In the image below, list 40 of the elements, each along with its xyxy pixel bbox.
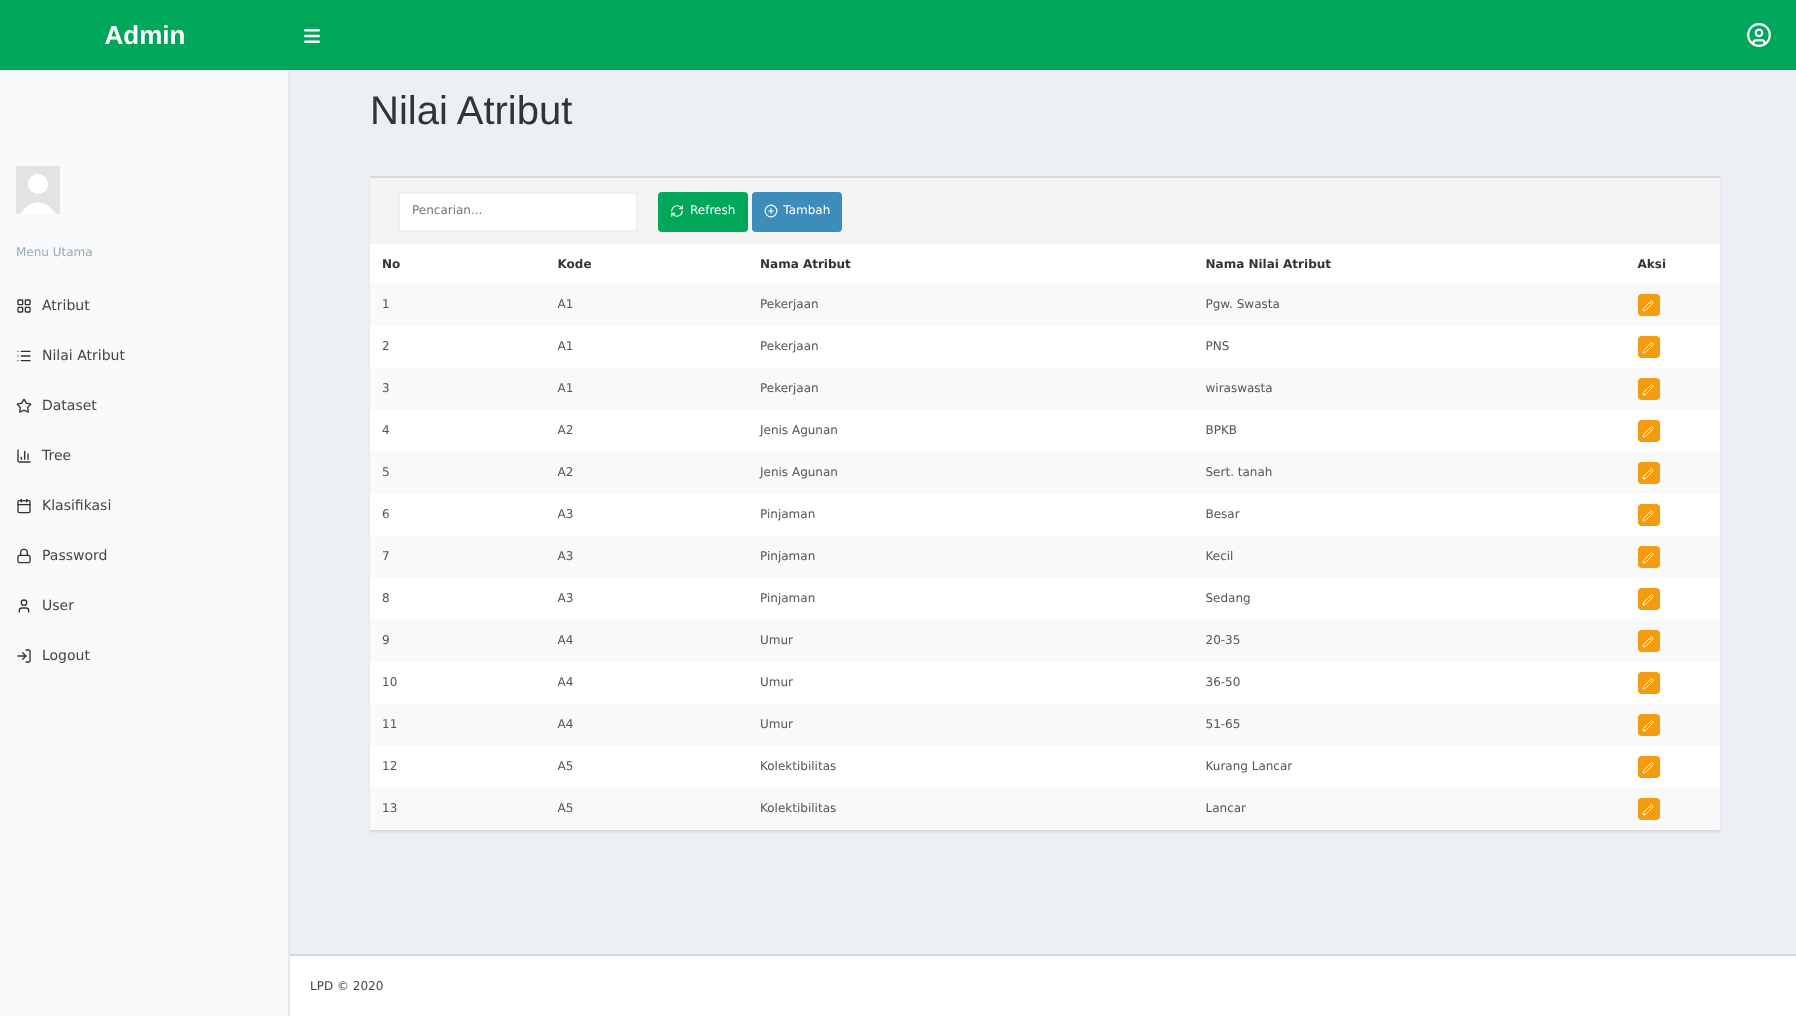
chart-icon (16, 447, 32, 463)
pencil-icon (1642, 551, 1655, 563)
pencil-icon (1642, 425, 1655, 437)
refresh-icon (670, 204, 684, 218)
star-icon (16, 397, 32, 413)
pencil-icon (1642, 803, 1655, 815)
edit-button[interactable] (1637, 294, 1660, 316)
pencil-icon (1642, 383, 1655, 395)
pencil-icon (1642, 341, 1655, 353)
edit-button[interactable] (1637, 672, 1660, 694)
edit-button[interactable] (1637, 504, 1660, 526)
pencil-icon (1642, 467, 1655, 479)
calendar-icon (16, 497, 32, 513)
edit-button[interactable] (1637, 378, 1660, 400)
edit-button[interactable] (1637, 630, 1660, 652)
pencil-icon (1642, 509, 1655, 521)
grid-icon (16, 297, 32, 313)
pencil-icon (1642, 761, 1655, 773)
edit-button[interactable] (1637, 462, 1660, 484)
logout-icon (16, 647, 32, 663)
edit-button[interactable] (1637, 588, 1660, 610)
pencil-icon (1642, 677, 1655, 689)
pencil-icon (1642, 719, 1655, 731)
edit-button[interactable] (1637, 420, 1660, 442)
user-icon[interactable] (1746, 22, 1772, 48)
pencil-icon (1642, 635, 1655, 647)
edit-button[interactable] (1637, 714, 1660, 736)
page-title: Nilai Atribut (370, 90, 575, 136)
plus-icon (763, 204, 778, 218)
edit-button[interactable] (1637, 546, 1660, 568)
pencil-icon (1642, 299, 1655, 311)
menu-icon[interactable] (302, 25, 322, 45)
pencil-icon (1642, 593, 1655, 605)
edit-button[interactable] (1637, 798, 1660, 820)
lock-icon (16, 547, 32, 563)
user-icon (16, 597, 32, 613)
list-icon (16, 347, 32, 363)
avatar-icon (16, 166, 60, 214)
edit-button[interactable] (1637, 336, 1660, 358)
edit-button[interactable] (1637, 756, 1660, 778)
